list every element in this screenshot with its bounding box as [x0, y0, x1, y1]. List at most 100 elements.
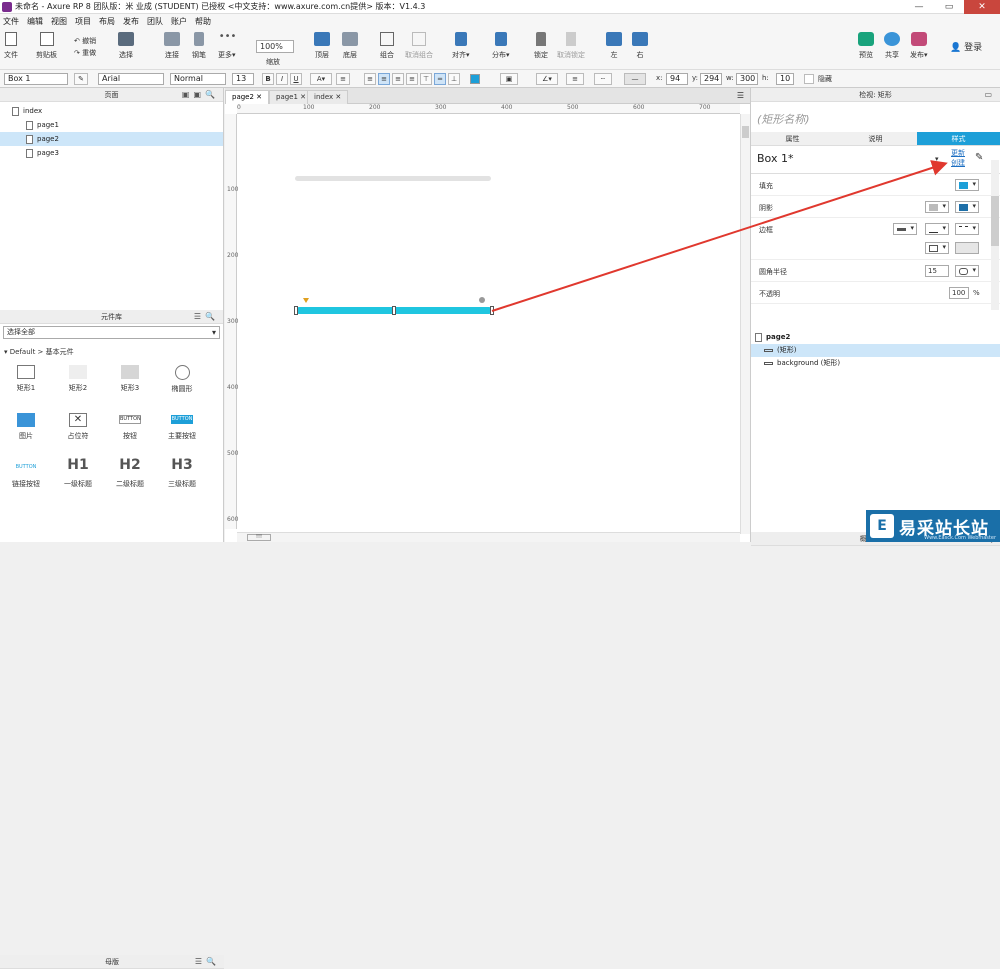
tab-properties[interactable]: 属性: [751, 132, 834, 145]
tab-page2[interactable]: page2 ✕: [225, 90, 270, 104]
align-right-icon[interactable]: ≡: [392, 73, 404, 85]
align-justify-icon[interactable]: ≡: [406, 73, 418, 85]
distribute-button[interactable]: 分布▾: [492, 32, 510, 60]
widget-ellipse[interactable]: 椭圆形: [162, 365, 202, 394]
page-item-page1[interactable]: page1: [0, 118, 223, 132]
update-style-link[interactable]: 更新: [951, 148, 965, 158]
valign-bottom-icon[interactable]: ⊥: [448, 73, 460, 85]
resize-handle-left[interactable]: [294, 306, 298, 315]
scroll-thumb[interactable]: [742, 126, 749, 138]
corner-radius-handle-icon[interactable]: [303, 298, 309, 303]
preview-button[interactable]: 预览: [858, 32, 874, 60]
text-color-button[interactable]: A▾: [310, 73, 332, 85]
zoom-select[interactable]: 100%: [256, 40, 294, 53]
edit-style-icon[interactable]: ✎: [975, 152, 983, 163]
y-position-input[interactable]: 294: [700, 73, 722, 85]
publish-button[interactable]: 发布▾: [910, 32, 928, 60]
border-weight-button[interactable]: ▾: [893, 223, 917, 235]
resize-handle-right[interactable]: [490, 306, 494, 315]
widget-image[interactable]: 图片: [6, 413, 46, 441]
close-tab-icon[interactable]: ✕: [256, 93, 262, 101]
inner-shadow-button[interactable]: ▾: [955, 201, 979, 213]
inspector-tools[interactable]: ▭: [984, 88, 996, 102]
select-tool-button[interactable]: 选择: [118, 32, 134, 60]
tab-style[interactable]: 样式: [917, 132, 1000, 145]
menu-team[interactable]: 团队: [147, 16, 163, 27]
widget-heading2[interactable]: H2 二级标题: [110, 457, 150, 489]
menu-layout[interactable]: 布局: [99, 16, 115, 27]
menu-publish[interactable]: 发布: [123, 16, 139, 27]
scroll-thumb[interactable]: !!!: [247, 534, 271, 541]
fill-color-swatch[interactable]: [470, 74, 480, 84]
font-size-select[interactable]: 13: [232, 73, 254, 85]
pen-tool-button[interactable]: 钢笔: [192, 32, 206, 60]
border-color-button[interactable]: ▾: [925, 223, 949, 235]
close-tab-icon[interactable]: ✕: [335, 93, 341, 101]
file-button[interactable]: 文件: [4, 32, 18, 60]
canvas-vertical-scrollbar[interactable]: [740, 114, 750, 534]
menu-project[interactable]: 项目: [75, 16, 91, 27]
hidden-checkbox[interactable]: [804, 74, 814, 84]
style-dropdown-icon[interactable]: ▾: [935, 155, 939, 163]
corner-visibility-button[interactable]: ▾: [955, 265, 979, 277]
widget-rectangle3[interactable]: 矩形3: [110, 365, 150, 393]
menu-view[interactable]: 视图: [51, 16, 67, 27]
tabs-menu-icon[interactable]: ☰: [737, 91, 744, 100]
height-input[interactable]: 10: [776, 73, 794, 85]
border-visibility-button[interactable]: ▾: [925, 242, 949, 254]
italic-button[interactable]: I: [276, 73, 288, 85]
width-input[interactable]: 300: [736, 73, 758, 85]
line-color-button[interactable]: ∠▾: [536, 73, 558, 85]
inspector-scrollbar[interactable]: [991, 160, 999, 310]
widget-style-select[interactable]: Box 1: [4, 73, 68, 85]
valign-top-icon[interactable]: ⊤: [420, 73, 432, 85]
canvas-horizontal-scrollbar[interactable]: !!!: [237, 532, 740, 542]
tab-index[interactable]: index ✕: [307, 90, 349, 104]
shadow-button[interactable]: ▣: [500, 73, 518, 85]
widget-rectangle2[interactable]: 矩形2: [58, 365, 98, 393]
font-style-select[interactable]: Normal: [170, 73, 226, 85]
pages-panel-tools[interactable]: ▣▣🔍: [182, 88, 219, 102]
line-weight-button[interactable]: ≡: [566, 73, 584, 85]
rotate-handle-icon[interactable]: [479, 297, 485, 303]
menu-help[interactable]: 帮助: [195, 16, 211, 27]
unlock-button[interactable]: 取消锁定: [557, 32, 585, 60]
left-button[interactable]: 左: [606, 32, 622, 60]
outline-item-rectangle[interactable]: (矩形): [751, 344, 1000, 357]
share-button[interactable]: 共享: [884, 32, 900, 60]
align-left-icon[interactable]: ≡: [364, 73, 376, 85]
page-item-page2[interactable]: page2: [0, 132, 223, 146]
menu-account[interactable]: 账户: [171, 16, 187, 27]
underline-button[interactable]: U: [290, 73, 302, 85]
connect-tool-button[interactable]: 连接: [164, 32, 180, 60]
align-center-icon[interactable]: ≡: [378, 73, 390, 85]
font-family-select[interactable]: Arial: [98, 73, 164, 85]
list-bullets-icon[interactable]: ≡: [336, 73, 350, 85]
library-panel-tools[interactable]: ☰🔍: [194, 310, 219, 324]
right-button[interactable]: 右: [632, 32, 648, 60]
menu-file[interactable]: 文件: [3, 16, 19, 27]
widget-heading1[interactable]: H1 一级标题: [58, 457, 98, 489]
fill-color-button[interactable]: ▾: [955, 179, 979, 191]
more-tools-button[interactable]: ••• 更多▾: [218, 32, 236, 60]
page-item-page3[interactable]: page3: [0, 146, 223, 160]
bold-button[interactable]: B: [262, 73, 274, 85]
x-position-input[interactable]: 94: [666, 73, 688, 85]
menu-edit[interactable]: 编辑: [27, 16, 43, 27]
redo-button[interactable]: ↷ 重做: [74, 48, 96, 58]
page-item-index[interactable]: index: [0, 104, 223, 118]
align-button[interactable]: 对齐▾: [452, 32, 470, 60]
undo-button[interactable]: ↶ 撤销: [74, 36, 96, 46]
border-style-button[interactable]: ▾: [955, 223, 979, 235]
resize-handle-middle[interactable]: [392, 306, 396, 315]
widget-button[interactable]: BUTTON 按钮: [110, 413, 150, 441]
library-select[interactable]: 选择全部: [3, 326, 220, 339]
widget-rectangle1[interactable]: 矩形1: [6, 365, 46, 393]
outer-shadow-button[interactable]: ▾: [925, 201, 949, 213]
maximize-button[interactable]: ▭: [934, 0, 964, 14]
lock-button[interactable]: 锁定: [534, 32, 548, 60]
shape-name-field[interactable]: (矩形名称): [751, 102, 1000, 132]
library-category[interactable]: ▾ Default > 基本元件: [0, 341, 223, 361]
outline-page[interactable]: page2: [751, 331, 1000, 344]
create-style-link[interactable]: 创建: [951, 158, 965, 168]
